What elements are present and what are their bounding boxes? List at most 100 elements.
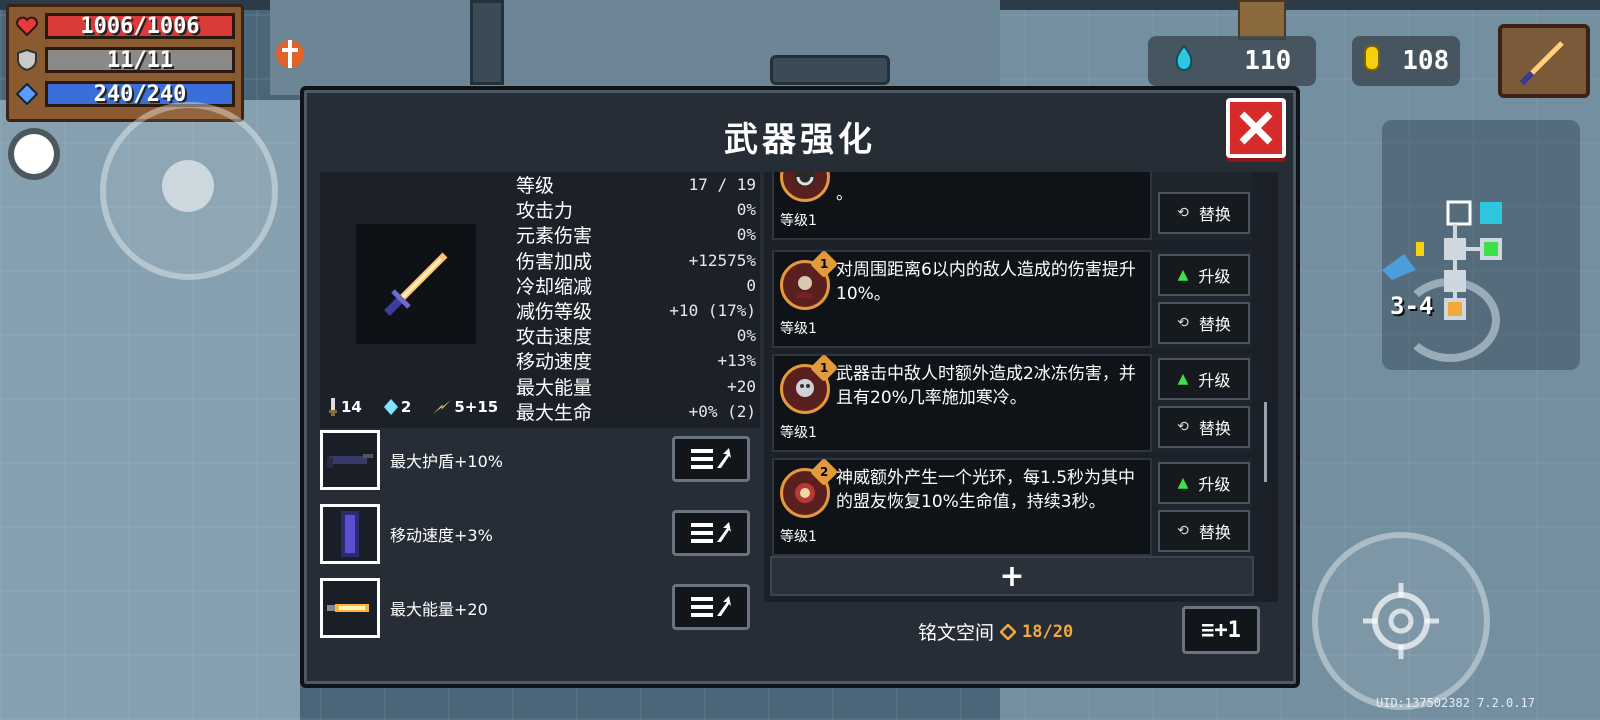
damage-count: 14 (328, 398, 362, 416)
stat-value: 0% (736, 200, 756, 220)
stat-row: 攻击速度 0% (516, 323, 760, 348)
uid-version: UID:137502382 7.2.0.17 (1376, 696, 1535, 710)
equipment-upgrade-button[interactable] (672, 510, 750, 556)
stat-row: 伤害加成 +12575% (516, 248, 760, 273)
inscription-info: 1 等级1 对周围距离6以内的敌人造成的伤害提升10%。 (772, 249, 1152, 348)
inscription-level: 等级1 (780, 425, 817, 441)
equipment-slot[interactable] (320, 578, 380, 638)
inscription-upgrade-button[interactable]: ▲ 升级 (1158, 254, 1250, 296)
pipe (470, 0, 504, 85)
gem-counter: 110 (1148, 36, 1316, 86)
energy-icon (15, 83, 39, 105)
stat-value: +12575% (688, 250, 756, 270)
coin-value: 108 (1402, 46, 1450, 76)
stat-value: +0% (2) (688, 401, 756, 421)
attack-joystick[interactable] (1312, 532, 1490, 710)
stat-name: 最大生命 (516, 401, 593, 424)
equipment-slot[interactable] (320, 504, 380, 564)
inscription-level: 等级1 (780, 529, 817, 545)
inscription-swap-button[interactable]: ⟲ 替换 (1158, 192, 1250, 234)
inscription-card: 等级1 。 ▲升级 ⟲替换 (772, 172, 1252, 240)
equipment-upgrade-button[interactable] (672, 436, 750, 482)
weapon-preview (356, 224, 476, 344)
shield-icon (15, 49, 39, 71)
close-button[interactable] (1226, 98, 1286, 158)
stat-name: 攻击力 (516, 200, 574, 223)
inscription-swap-button[interactable]: ⟲ 替换 (1158, 302, 1250, 344)
stat-name: 伤害加成 (516, 250, 593, 273)
inscription-list[interactable]: 等级1 。 ▲ 升级 ⟲ 替换 1 等级1 对周围距离6以内的敌人造成的伤害提升10… (764, 172, 1278, 602)
hp-value: 1006/1006 (80, 13, 200, 39)
stat-name: 元素伤害 (516, 225, 593, 248)
stat-name: 减伤等级 (516, 301, 593, 324)
coin-counter: 108 (1352, 36, 1460, 86)
swap-icon: ⟲ (1177, 523, 1189, 539)
sword-icon (384, 252, 448, 316)
stat-row: 元素伤害 0% (516, 222, 760, 247)
coin-icon (1363, 44, 1381, 78)
energy-bolt-icon (433, 400, 452, 414)
inscription-upgrade-button[interactable]: ▲ 升级 (1158, 462, 1250, 504)
move-joystick-knob[interactable] (162, 160, 214, 212)
upgrade-list-icon (691, 596, 731, 617)
swap-label: 替换 (1198, 315, 1231, 334)
hp-bar: 1006/1006 (45, 13, 235, 39)
inscription-info: 1 等级1 武器击中敌人时额外造成2冰冻伤害，并且有20%几率施加寒冷。 (772, 353, 1152, 452)
expand-space-button[interactable]: ≡+1 (1182, 606, 1260, 654)
stat-name: 移动速度 (516, 351, 593, 374)
equipment-row: 最大能量+20 (320, 578, 760, 640)
upgrade-list-icon (691, 448, 731, 469)
inscription-card: 1 等级1 对周围距离6以内的敌人造成的伤害提升10%。 ▲ 升级 ⟲ 替换 (772, 249, 1252, 348)
inscription-swap-button[interactable]: ⟲ 替换 (1158, 510, 1250, 552)
stat-name: 等级 (516, 175, 555, 198)
arrow-up-icon: ▲ (1177, 267, 1189, 283)
equipment-row: 最大护盾+10% (320, 430, 760, 492)
stat-row: 等级 17 / 19 (516, 172, 760, 197)
stat-value: 0 (746, 275, 756, 295)
equipment-label: 移动速度+3% (390, 526, 493, 545)
upgrade-label: 升级 (1198, 475, 1231, 494)
crystal-icon (383, 399, 398, 415)
inscription-swap-button[interactable]: ⟲ 替换 (1158, 406, 1250, 448)
scrollbar[interactable] (1264, 402, 1267, 482)
equipment-row: 移动速度+3% (320, 504, 760, 566)
equipment-upgrade-button[interactable] (672, 584, 750, 630)
swap-label: 替换 (1198, 205, 1231, 224)
stat-row: 移动速度 +13% (516, 348, 760, 373)
inscription-badge-icon (780, 172, 830, 202)
armor-icon (341, 511, 359, 557)
upgrade-list-icon (691, 522, 731, 543)
weapon-upgrade-dialog: 武器强化 等级 17 / 19 攻击力 0% 元素伤害 0% 伤害加成 +12575% … (300, 86, 1300, 688)
dialog-title: 武器强化 (724, 120, 876, 160)
arrow-up-icon: ▲ (1177, 371, 1189, 387)
weapon-cycle-button[interactable] (1400, 278, 1500, 362)
space-value: 18/20 (1022, 621, 1074, 642)
inscription-level: 等级1 (780, 213, 817, 229)
level-indicator: 3-4 (1390, 292, 1434, 320)
inscription-card: 2 等级1 神威额外产生一个光环，每1.5秒为其中的盟友恢复10%生命值，持续3… (772, 457, 1252, 556)
wall (270, 0, 1000, 95)
diamond-icon (1000, 623, 1017, 640)
energy-count: 5+15 (433, 398, 498, 416)
inscription-upgrade-button[interactable]: ▲ 升级 (1158, 358, 1250, 400)
inscription-description: 对周围距离6以内的敌人造成的伤害提升10%。 (836, 260, 1136, 304)
swap-icon: ⟲ (1177, 315, 1189, 331)
swap-icon: ⟲ (1177, 205, 1189, 221)
crystal-count: 2 (383, 398, 411, 416)
weapon-switch-button[interactable] (1498, 24, 1590, 98)
inscription-space: 铭文空间 18/20 (918, 618, 1073, 645)
stat-name: 最大能量 (516, 376, 593, 399)
skill-indicator[interactable] (14, 134, 54, 174)
stat-value: 0% (736, 326, 756, 346)
inscription-info: 2 等级1 神威额外产生一个光环，每1.5秒为其中的盟友恢复10%生命值，持续3… (772, 457, 1152, 556)
buff-icon (272, 36, 308, 72)
gem-value: 110 (1244, 46, 1292, 76)
upgrade-label: 升级 (1198, 371, 1231, 390)
blade-icon (329, 398, 337, 416)
stat-value: +10 (17%) (669, 301, 756, 321)
swap-label: 替换 (1198, 523, 1231, 542)
upgrade-label: 升级 (1198, 267, 1231, 286)
add-inscription-button[interactable]: + (770, 556, 1254, 596)
inscription-description: 神威额外产生一个光环，每1.5秒为其中的盟友恢复10%生命值，持续3秒。 (836, 468, 1136, 512)
equipment-slot[interactable] (320, 430, 380, 490)
